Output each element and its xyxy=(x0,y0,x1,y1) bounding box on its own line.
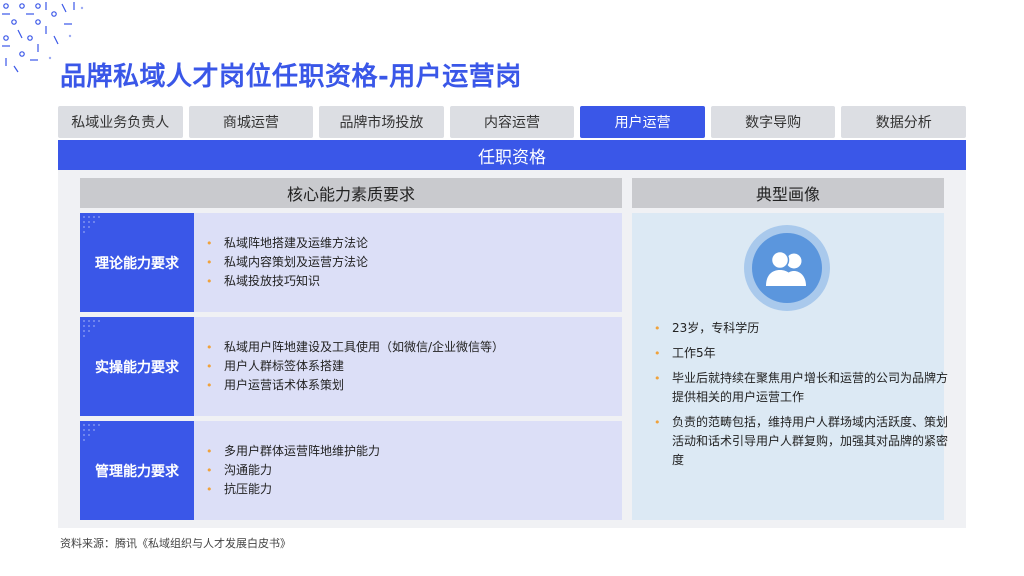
competency-row-management: 管理能力要求 多用户群体运营阵地维护能力 沟通能力 抗压能力 xyxy=(80,421,622,520)
row-body: 私域用户阵地建设及工具使用（如微信/企业微信等） 用户人群标签体系搭建 用户运营… xyxy=(194,317,622,416)
list-item: 用户运营话术体系策划 xyxy=(206,376,504,395)
row-body: 多用户群体运营阵地维护能力 沟通能力 抗压能力 xyxy=(194,421,622,520)
tab-brand-marketing[interactable]: 品牌市场投放 xyxy=(319,106,444,138)
row-body: 私域阵地搭建及运维方法论 私域内容策划及运营方法论 私域投放技巧知识 xyxy=(194,213,622,312)
list-item: 私域内容策划及运营方法论 xyxy=(206,253,368,272)
tab-data-analysis[interactable]: 数据分析 xyxy=(841,106,967,138)
competency-row-theory: 理论能力要求 私域阵地搭建及运维方法论 私域内容策划及运营方法论 私域投放技巧知… xyxy=(80,213,622,312)
avatar xyxy=(744,225,830,311)
source-note: 资料来源：腾讯《私域组织与人才发展白皮书》 xyxy=(60,537,291,550)
profile-list: 23岁，专科学历 工作5年 毕业后就持续在聚焦用户增长和运营的公司为品牌方提供相… xyxy=(642,319,952,476)
list-item: 负责的范畴包括，维持用户人群场域内活跃度、策划活动和话术引导用户人群复购，加强其… xyxy=(654,413,952,470)
row-label: 管理能力要求 xyxy=(80,421,194,520)
row-label-text: 管理能力要求 xyxy=(95,463,179,480)
tab-user-operations[interactable]: 用户运营 xyxy=(580,106,705,138)
typical-profile-header: 典型画像 xyxy=(632,178,944,208)
requirement-list: 私域阵地搭建及运维方法论 私域内容策划及运营方法论 私域投放技巧知识 xyxy=(194,234,368,291)
row-label-text: 实操能力要求 xyxy=(95,359,179,376)
row-label-text: 理论能力要求 xyxy=(95,255,179,272)
list-item: 沟通能力 xyxy=(206,461,380,480)
list-item: 用户人群标签体系搭建 xyxy=(206,357,504,376)
requirement-list: 多用户群体运营阵地维护能力 沟通能力 抗压能力 xyxy=(194,442,380,499)
users-icon xyxy=(766,250,806,286)
page-title: 品牌私域人才岗位任职资格-用户运营岗 xyxy=(60,62,522,92)
competency-row-practice: 实操能力要求 私域用户阵地建设及工具使用（如微信/企业微信等） 用户人群标签体系… xyxy=(80,317,622,416)
list-item: 毕业后就持续在聚焦用户增长和运营的公司为品牌方提供相关的用户运营工作 xyxy=(654,369,952,407)
requirement-list: 私域用户阵地建设及工具使用（如微信/企业微信等） 用户人群标签体系搭建 用户运营… xyxy=(194,338,504,395)
tab-content-operations[interactable]: 内容运营 xyxy=(449,106,575,138)
core-competency-header: 核心能力素质要求 xyxy=(80,178,622,208)
tab-mall-operations[interactable]: 商城运营 xyxy=(188,106,314,138)
dots-pattern-icon xyxy=(83,216,100,233)
row-label: 理论能力要求 xyxy=(80,213,194,312)
list-item: 抗压能力 xyxy=(206,480,380,499)
tab-private-domain-lead[interactable]: 私域业务负责人 xyxy=(58,106,183,138)
list-item: 私域投放技巧知识 xyxy=(206,272,368,291)
list-item: 多用户群体运营阵地维护能力 xyxy=(206,442,380,461)
role-tabs: 私域业务负责人 商城运营 品牌市场投放 内容运营 用户运营 数字导购 数据分析 xyxy=(58,106,967,138)
list-item: 私域用户阵地建设及工具使用（如微信/企业微信等） xyxy=(206,338,504,357)
list-item: 工作5年 xyxy=(654,344,952,363)
dots-pattern-icon xyxy=(83,424,100,441)
list-item: 23岁，专科学历 xyxy=(654,319,952,338)
list-item: 私域阵地搭建及运维方法论 xyxy=(206,234,368,253)
tab-digital-shopping-guide[interactable]: 数字导购 xyxy=(710,106,836,138)
qualification-banner: 任职资格 xyxy=(58,140,966,170)
row-label: 实操能力要求 xyxy=(80,317,194,416)
typical-profile-card: 23岁，专科学历 工作5年 毕业后就持续在聚焦用户增长和运营的公司为品牌方提供相… xyxy=(632,213,948,520)
dots-pattern-icon xyxy=(83,320,100,337)
